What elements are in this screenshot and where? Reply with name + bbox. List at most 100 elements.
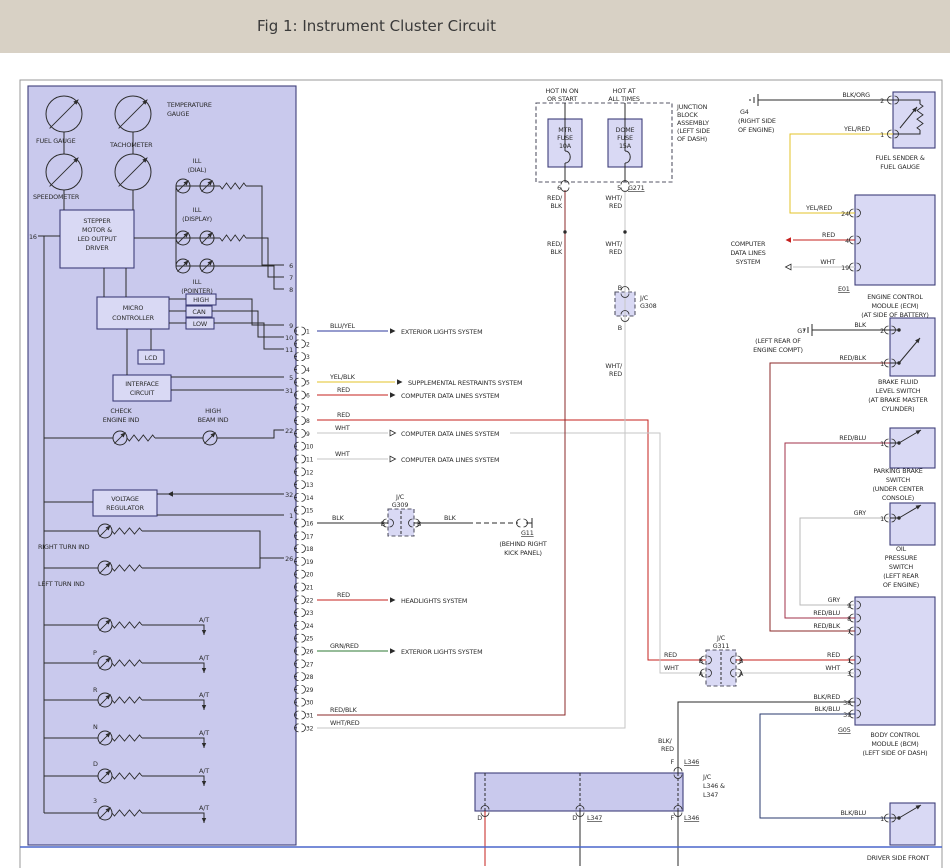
diagram-label: ASSEMBLY	[677, 119, 709, 127]
diagram-label: 2	[880, 97, 884, 105]
connector-symbol	[302, 404, 306, 412]
diagram-label: ALL TIMES	[608, 95, 640, 103]
diagram-label: DATA LINES	[730, 249, 765, 257]
diagram-label: R	[93, 686, 98, 694]
diagram-label: 7	[289, 274, 293, 282]
connector-symbol	[302, 340, 306, 348]
diagram-label: RED/	[547, 240, 563, 248]
diagram-label: CONTROLLER	[112, 314, 154, 322]
diagram-label: WHT	[820, 258, 835, 266]
diagram-label: L346	[684, 758, 699, 766]
junction-dot	[897, 441, 900, 444]
connector-pin-number: 30	[306, 700, 314, 707]
diagram-label: YEL/RED	[805, 204, 832, 212]
connector-symbol	[302, 724, 306, 732]
diagram-label: (RIGHT SIDE	[738, 117, 776, 125]
diagram-label: ILL	[193, 278, 202, 286]
diagram-label: SYSTEM	[736, 258, 761, 266]
diagram-label: ENGINE COMPT)	[753, 346, 803, 354]
diagram-label: 1	[880, 131, 884, 139]
diagram-label: 10	[285, 334, 293, 342]
connector-symbol	[302, 519, 306, 527]
connector-pin-number: 20	[306, 572, 314, 579]
diagram-label: B	[618, 284, 622, 292]
diagram-label: G271	[628, 184, 645, 192]
diagram-label: CYLINDER)	[881, 405, 914, 413]
diagram-label: WHT	[825, 664, 840, 672]
connector-pin-number: 6	[306, 393, 310, 400]
diagram-label: BODY CONTROL	[870, 731, 920, 739]
diagram-label: 31	[285, 387, 293, 395]
diagram-label: FUSE	[617, 134, 633, 142]
diagram-label: PARKING BRAKE	[873, 467, 922, 475]
connector-pin-number: 10	[306, 444, 314, 451]
page: Fig 1: Instrument Cluster Circuit 123456…	[0, 0, 950, 868]
diagram-label: ILL	[193, 206, 202, 214]
diagram-label: B	[381, 520, 385, 528]
connector-symbol	[302, 621, 306, 629]
diagram-label: STEPPER	[83, 217, 111, 225]
diagram-label: MTR	[558, 126, 572, 134]
connector-pin-number: 17	[306, 533, 314, 540]
diagram-label: 19	[841, 264, 849, 272]
diagram-label: COMPUTER DATA LINES SYSTEM	[401, 430, 499, 438]
diagram-label: DOME	[616, 126, 635, 134]
bcm-box	[855, 597, 935, 725]
diagram-label: OR START	[547, 95, 577, 103]
diagram-label: D	[93, 760, 98, 768]
diagram-label: RED	[609, 202, 622, 210]
diagram-label: 8	[847, 615, 851, 623]
diagram-label: BLK	[550, 202, 563, 210]
diagram-label: GRN/RED	[330, 642, 359, 650]
connector-symbol	[302, 442, 306, 450]
connector-pin-number: 19	[306, 559, 314, 566]
diagram-label: (LEFT REAR OF	[755, 337, 801, 345]
diagram-label: FUEL GAUGE	[36, 137, 76, 145]
junction-dot	[623, 230, 626, 233]
diagram-label: G11	[521, 529, 534, 537]
connector-symbol	[302, 353, 306, 361]
connector-symbol	[302, 596, 306, 604]
reference-arrow	[786, 264, 792, 270]
diagram-label: CAN	[192, 308, 206, 316]
diagram-label: A/T	[199, 729, 209, 737]
diagram-label: 2	[880, 327, 884, 335]
diagram-label: OF ENGINE)	[883, 581, 919, 589]
connector-pin-number: 12	[306, 469, 314, 476]
connector-symbol	[302, 634, 306, 642]
diagram-label: REGULATOR	[106, 504, 144, 512]
diagram-label: A	[739, 670, 744, 678]
diagram-label: WHT	[335, 450, 350, 458]
diagram-label: SPEEDOMETER	[33, 193, 80, 201]
connector-symbol	[302, 545, 306, 553]
diagram-label: 10A	[559, 142, 572, 150]
diagram-label: BEAM IND	[198, 416, 229, 424]
diagram-label: ILL	[193, 157, 202, 165]
diagram-label: FUEL GAUGE	[880, 163, 920, 171]
diagram-label: PRESSURE	[885, 554, 918, 562]
diagram-label: CONSOLE)	[882, 494, 914, 502]
diagram-label: RED/BLK	[330, 706, 358, 714]
diagram-label: L347	[703, 791, 718, 799]
diagram-label: A/T	[199, 767, 209, 775]
diagram-label: DRIVER	[85, 244, 109, 252]
diagram-label: G4	[740, 108, 749, 116]
connector-symbol	[302, 378, 306, 386]
connector-symbol	[302, 609, 306, 617]
diagram-label: 9	[289, 322, 293, 330]
diagram-label: YEL/BLK	[329, 373, 356, 381]
connector-symbol	[302, 391, 306, 399]
diagram-label: D	[572, 814, 577, 822]
wiring-diagram-canvas: 1234567891011121314151617181920212223242…	[0, 0, 950, 868]
diagram-label: GRY	[828, 596, 841, 604]
diagram-label: 11	[285, 346, 293, 354]
diagram-label: HOT AT	[613, 87, 636, 95]
diagram-label: 8	[289, 286, 293, 294]
wire	[760, 714, 890, 818]
diagram-label: BLU/YEL	[330, 322, 355, 330]
connector-symbol	[302, 685, 306, 693]
diagram-label: A/T	[199, 804, 209, 812]
diagram-label: 32	[285, 491, 293, 499]
connector-pin-number: 25	[306, 636, 314, 643]
diagram-label: LEVEL SWITCH	[876, 387, 921, 395]
